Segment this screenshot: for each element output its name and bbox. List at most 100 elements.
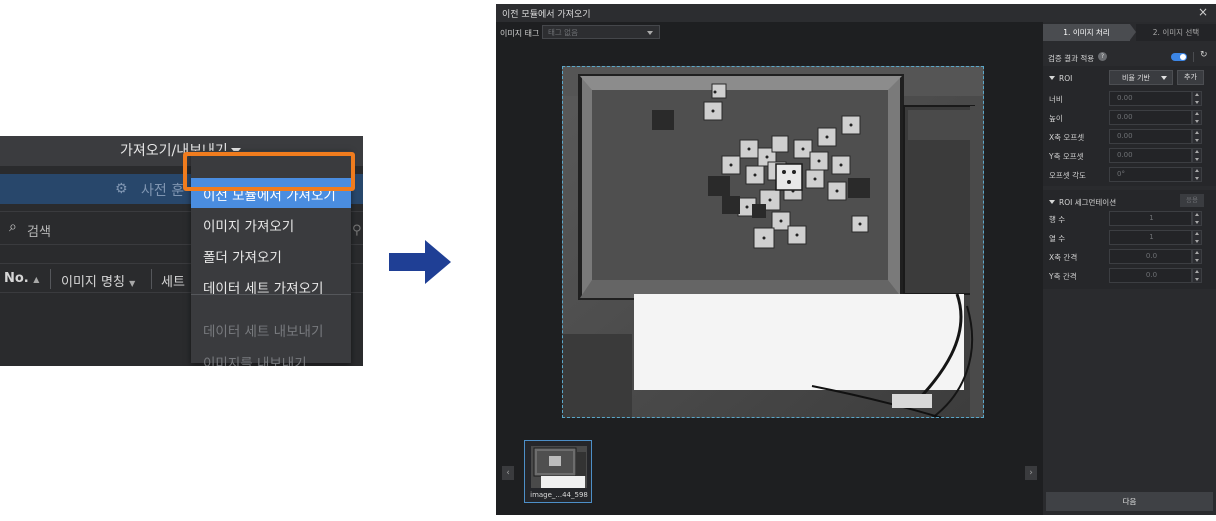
image-tag-value: 태그 없음 xyxy=(548,28,578,37)
arrow-right-icon xyxy=(389,240,451,284)
arrow-down-icon xyxy=(1195,177,1199,180)
roi-y-offset-row: Y축 오프셋 0.00 xyxy=(1043,146,1216,165)
dialog-title-bar: 이전 모듈에서 가져오기 × xyxy=(496,4,1216,22)
thumbnail-strip: ‹ image_...44_598 › xyxy=(496,438,1043,515)
arrow-up-icon xyxy=(1195,150,1199,153)
chevron-right-icon[interactable]: › xyxy=(1025,466,1037,480)
x-spacing-row: X축 간격 0.0 xyxy=(1043,247,1216,266)
y-spacing-label: Y축 간격 xyxy=(1049,272,1077,281)
arrow-up-icon xyxy=(1195,232,1199,235)
sort-up-icon: ▲ xyxy=(33,275,40,284)
filter-icon: ⚲ xyxy=(352,223,362,238)
roi-mode-value: 비율 기반 xyxy=(1122,74,1150,82)
thumbnail-image xyxy=(531,446,587,488)
y-spacing-row: Y축 간격 0.0 xyxy=(1043,266,1216,285)
roi-width-input[interactable]: 0.00 xyxy=(1109,91,1192,106)
roi-x-offset-input[interactable]: 0.00 xyxy=(1109,129,1192,144)
column-divider xyxy=(50,269,51,289)
search-icon: ⌕ xyxy=(9,219,17,235)
rows-count-input[interactable]: 1 xyxy=(1109,211,1192,226)
divider xyxy=(1193,52,1194,62)
verify-result-label: 검증 결과 적용 xyxy=(1048,54,1095,63)
arrow-down-icon xyxy=(1195,221,1199,224)
highlight-frame xyxy=(183,152,355,191)
segmentation-apply-button: 응용 xyxy=(1180,194,1204,207)
x-spacing-label: X축 간격 xyxy=(1049,253,1078,262)
verify-result-toggle[interactable] xyxy=(1171,53,1187,61)
stepper-buttons[interactable] xyxy=(1192,148,1202,163)
menu-item-import-folder[interactable]: 폴더 가져오기 xyxy=(191,240,351,270)
roi-height-row: 높이 0.00 xyxy=(1043,108,1216,127)
columns-count-input[interactable]: 1 xyxy=(1109,230,1192,245)
refresh-icon[interactable]: ↻ xyxy=(1200,50,1208,60)
stepper-buttons[interactable] xyxy=(1192,129,1202,144)
arrow-up-icon xyxy=(1195,131,1199,134)
roi-angle-label: 오프셋 각도 xyxy=(1049,171,1086,180)
thumbnail-caption: image_...44_598 xyxy=(530,491,588,499)
image-tag-label: 이미지 태그 xyxy=(500,29,540,38)
menu-item-import-dataset[interactable]: 데이터 세트 가져오기 xyxy=(191,271,351,301)
arrow-up-icon xyxy=(1195,93,1199,96)
roi-x-offset-label: X축 오프셋 xyxy=(1049,133,1085,142)
column-header-no[interactable]: No. ▲ xyxy=(4,271,39,286)
column-divider xyxy=(151,269,152,289)
step-indicator: 1. 이미지 처리 2. 이미지 선택 xyxy=(1043,24,1216,41)
rows-count-label: 행 수 xyxy=(1049,215,1066,224)
arrow-up-icon xyxy=(1195,112,1199,115)
menu-divider xyxy=(191,294,351,295)
menu-item-export-dataset: 데이터 세트 내보내기 xyxy=(203,324,324,340)
roi-height-input[interactable]: 0.00 xyxy=(1109,110,1192,125)
collapse-icon xyxy=(1049,200,1055,204)
dialog-title: 이전 모듈에서 가져오기 xyxy=(502,10,591,20)
roi-width-label: 너비 xyxy=(1049,95,1063,104)
image-viewer xyxy=(496,44,1043,438)
roi-frame[interactable] xyxy=(562,66,984,418)
roi-section-header[interactable]: ROI xyxy=(1049,74,1072,83)
help-icon[interactable]: ? xyxy=(1098,52,1107,61)
stepper-buttons[interactable] xyxy=(1192,268,1202,283)
arrow-down-icon xyxy=(1195,278,1199,281)
step-image-selection[interactable]: 2. 이미지 선택 xyxy=(1136,24,1216,41)
x-spacing-input[interactable]: 0.0 xyxy=(1109,249,1192,264)
menu-item-import-images[interactable]: 이미지 가져오기 xyxy=(191,209,351,239)
sort-down-icon: ▼ xyxy=(129,279,136,288)
chevron-left-icon[interactable]: ‹ xyxy=(502,466,514,480)
roi-x-offset-row: X축 오프셋 0.00 xyxy=(1043,127,1216,146)
arrow-down-icon xyxy=(1195,139,1199,142)
roi-angle-row: 오프셋 각도 0° xyxy=(1043,165,1216,184)
y-spacing-input[interactable]: 0.0 xyxy=(1109,268,1192,283)
stepper-buttons[interactable] xyxy=(1192,230,1202,245)
columns-count-label: 열 수 xyxy=(1049,234,1066,243)
column-header-image-name[interactable]: 이미지 명칭 ▼ xyxy=(61,271,135,290)
import-from-previous-module-dialog: 이전 모듈에서 가져오기 × 이미지 태그 태그 없음 ‹ image_...4… xyxy=(496,4,1216,515)
thumbnail-item[interactable]: image_...44_598 xyxy=(524,440,592,503)
import-export-menu-screenshot: 가져오기/내보내기 ⚙ 사전 훈 ⌕ 검색 ⚲ No. ▲ 이미지 명칭 ▼ 세… xyxy=(0,136,363,366)
roi-height-label: 높이 xyxy=(1049,114,1063,123)
arrow-up-icon xyxy=(1195,169,1199,172)
collapse-icon xyxy=(1049,76,1055,80)
roi-width-row: 너비 0.00 xyxy=(1043,89,1216,108)
stepper-buttons[interactable] xyxy=(1192,167,1202,182)
arrow-down-icon xyxy=(1195,240,1199,243)
columns-count-row: 열 수 1 xyxy=(1043,228,1216,247)
stepper-buttons[interactable] xyxy=(1192,110,1202,125)
roi-mode-select[interactable]: 비율 기반 xyxy=(1109,70,1173,85)
arrow-up-icon xyxy=(1195,213,1199,216)
stepper-buttons[interactable] xyxy=(1192,91,1202,106)
roi-segmentation-header[interactable]: ROI 세그먼테이션 xyxy=(1049,197,1116,208)
stepper-buttons[interactable] xyxy=(1192,211,1202,226)
chevron-down-icon xyxy=(1161,76,1167,80)
close-icon[interactable]: × xyxy=(1198,5,1208,19)
image-tag-select[interactable]: 태그 없음 xyxy=(542,25,660,39)
roi-y-offset-input[interactable]: 0.00 xyxy=(1109,148,1192,163)
arrow-up-icon xyxy=(1195,270,1199,273)
toggle-knob xyxy=(1180,54,1186,60)
stepper-buttons[interactable] xyxy=(1192,249,1202,264)
column-header-set[interactable]: 세트 xyxy=(161,271,185,290)
chevron-down-icon xyxy=(647,31,653,35)
next-button[interactable]: 다음 xyxy=(1046,492,1213,511)
step-image-processing[interactable]: 1. 이미지 처리 xyxy=(1043,24,1130,41)
roi-add-button[interactable]: 추가 xyxy=(1177,70,1204,85)
arrow-down-icon xyxy=(1195,101,1199,104)
roi-angle-input[interactable]: 0° xyxy=(1109,167,1192,182)
